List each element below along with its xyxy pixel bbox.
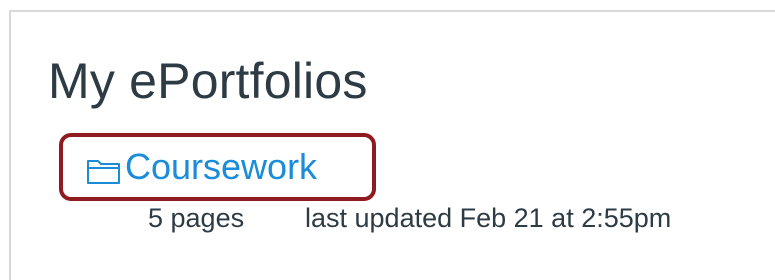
portfolio-name: Coursework (125, 146, 318, 187)
page-title: My ePortfolios (48, 53, 368, 109)
portfolio-link-coursework[interactable]: Coursework (86, 149, 317, 185)
page-count: 5 pages (148, 203, 245, 233)
folder-icon (86, 157, 122, 185)
last-updated: last updated Feb 21 at 2:55pm (305, 203, 672, 233)
